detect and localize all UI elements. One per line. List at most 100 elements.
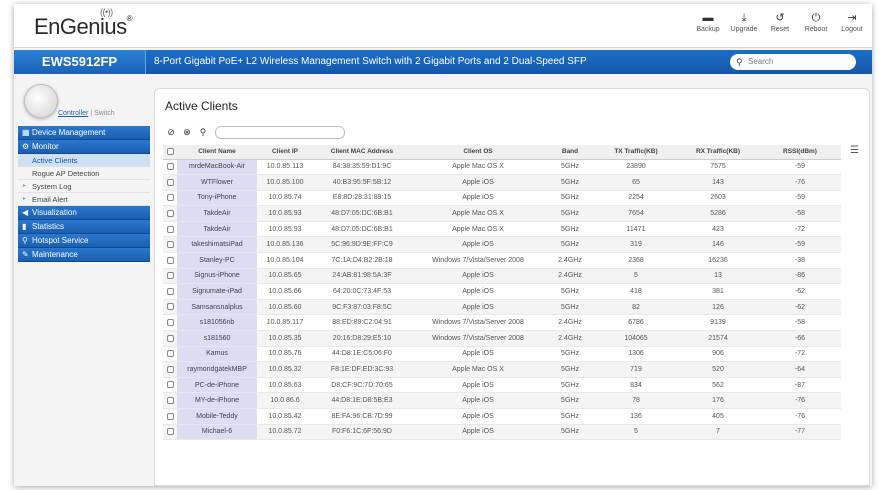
menu-item-email-alert[interactable]: ▸ Email Alert — [18, 193, 150, 206]
tool-upgrade[interactable]: ⤓ Upgrade — [730, 10, 758, 33]
checkbox[interactable] — [166, 148, 174, 156]
menu-section-device-management[interactable]: ▦ Device Management — [18, 126, 150, 140]
row-checkbox[interactable] — [166, 319, 174, 327]
row-checkbox-cell[interactable] — [163, 268, 177, 285]
tool-reset[interactable]: ↺ Reset — [766, 10, 794, 33]
table-row[interactable]: s181560 10.0.85.35 20:16:D8:29:E5:10 Window… — [163, 330, 841, 347]
column-header[interactable]: RSSI(dBm) — [759, 145, 841, 160]
wifi-icon: ((•)) — [100, 7, 113, 17]
device-icon: ▦ — [22, 128, 30, 137]
table-row[interactable]: Signus-iPhone 10.0.85.65 24:AB:81:98:5A:3F… — [163, 268, 841, 285]
cell-rssi-dbm: -72 — [759, 346, 841, 363]
table-row[interactable]: Samsansnalplus 10.0.85.60 9C:F3:87:03:F8:5… — [163, 299, 841, 316]
table-row[interactable]: MY-de-iPhone 10.0.86.6 44:D8:1E:D8:5B:E3 Ap… — [163, 392, 841, 409]
row-checkbox-cell[interactable] — [163, 159, 177, 176]
menu-section-statistics[interactable]: ▮ Statistics — [18, 220, 150, 234]
table-row[interactable]: Mobile-Teddy 10.0.85.42 8E:FA:96:CB:7D:99 A… — [163, 408, 841, 425]
row-checkbox-cell[interactable] — [163, 299, 177, 316]
row-checkbox-cell[interactable] — [163, 424, 177, 441]
table-row[interactable]: Signumate-iPad 10.0.85.66 64:20:0C:73:4F:5… — [163, 283, 841, 300]
row-checkbox-cell[interactable] — [163, 314, 177, 332]
menu-label: Device Management — [32, 128, 106, 137]
column-header[interactable]: Band — [545, 145, 595, 160]
select-all-checkbox[interactable] — [163, 145, 177, 160]
table-row[interactable]: PC-de-iPhone 10.0.85.63 D8:CF:9C:7D:70:65 A… — [163, 377, 841, 394]
column-header[interactable]: Client MAC Address — [313, 145, 411, 160]
tool-reboot[interactable]: ⏻ Reboot — [802, 10, 830, 33]
row-checkbox-cell[interactable] — [163, 283, 177, 300]
table-row[interactable]: WTFlower 10.0.85.100 40:B3:95:5F:5B:12 Appl… — [163, 174, 841, 191]
column-header[interactable]: Client IP — [257, 145, 313, 160]
row-checkbox[interactable] — [166, 256, 174, 264]
logout-icon: ⇥ — [847, 12, 857, 24]
row-checkbox[interactable] — [166, 178, 174, 186]
row-checkbox[interactable] — [166, 209, 174, 217]
row-checkbox[interactable] — [166, 350, 174, 358]
row-checkbox-cell[interactable] — [163, 221, 177, 238]
menu-item-rogue-ap-detection[interactable]: Rogue AP Detection — [18, 167, 150, 180]
filter-input[interactable] — [215, 125, 345, 139]
search-input[interactable]: ⚲ Search — [730, 54, 856, 70]
row-checkbox[interactable] — [166, 365, 174, 373]
block-icon[interactable]: ⊘ — [165, 126, 177, 138]
table-row[interactable]: Kamus 10.0.85.76 44:D8:1E:C5:06:F0 Apple iO… — [163, 346, 841, 363]
switch-link[interactable]: Switch — [94, 110, 115, 117]
row-checkbox[interactable] — [166, 194, 174, 202]
row-checkbox[interactable] — [166, 397, 174, 405]
table-row[interactable]: takeshimatsiPad 10.0.85.136 5C:96:9D:9E:FF… — [163, 236, 841, 254]
row-checkbox-cell[interactable] — [163, 205, 177, 222]
table-row[interactable]: raymondgatekMBP 10.0.85.32 F8:1E:DF:ED:3C:… — [163, 361, 841, 378]
column-header[interactable]: Client OS — [411, 145, 545, 160]
table-row[interactable]: Tony-iPhone 10.0.85.74 E8:8D:28:31:89:15 Ap… — [163, 190, 841, 207]
row-checkbox[interactable] — [166, 381, 174, 389]
menu-section-maintenance[interactable]: ✎ Maintenance — [18, 248, 150, 262]
column-header[interactable]: RX Traffic(KB) — [677, 145, 759, 160]
row-checkbox-cell[interactable] — [163, 346, 177, 363]
row-checkbox[interactable] — [166, 334, 174, 342]
row-checkbox-cell[interactable] — [163, 392, 177, 409]
cell-tx-traffic-kb: 65 — [595, 174, 677, 191]
table-row[interactable]: s181056nb 10.0.85.117 88:ED:89:C2:04:91 Win… — [163, 314, 841, 332]
row-checkbox[interactable] — [166, 303, 174, 311]
column-menu-icon[interactable]: ☰ — [850, 145, 859, 156]
cell-tx-traffic-kb: 82 — [595, 299, 677, 316]
cell-tx-traffic-kb: 719 — [595, 361, 677, 378]
cell-client-ip: 10.0.85.60 — [257, 299, 313, 316]
row-checkbox[interactable] — [166, 412, 174, 420]
cell-rssi-dbm: -59 — [759, 159, 841, 176]
menu-item-system-log[interactable]: ▸ System Log — [18, 180, 150, 193]
row-checkbox-cell[interactable] — [163, 361, 177, 378]
tool-logout[interactable]: ⇥ Logout — [838, 10, 866, 33]
cell-client-name: MY-de-iPhone — [177, 392, 257, 409]
row-checkbox[interactable] — [166, 163, 174, 171]
row-checkbox[interactable] — [166, 428, 174, 436]
row-checkbox[interactable] — [166, 241, 174, 249]
row-checkbox-cell[interactable] — [163, 190, 177, 207]
cell-client-mac-address: 88:ED:89:C2:04:91 — [313, 314, 411, 332]
menu-section-visualization[interactable]: ◀ Visualization — [18, 206, 150, 220]
row-checkbox-cell[interactable] — [163, 252, 177, 269]
cell-tx-traffic-kb: 834 — [595, 377, 677, 394]
table-row[interactable]: Michael-6 10.0.85.72 F0:F6:1C:6F:56:9D Appl… — [163, 424, 841, 441]
menu-item-active-clients[interactable]: Active Clients — [18, 154, 150, 167]
row-checkbox[interactable] — [166, 272, 174, 280]
cell-rssi-dbm: -59 — [759, 236, 841, 254]
row-checkbox-cell[interactable] — [163, 174, 177, 191]
row-checkbox-cell[interactable] — [163, 408, 177, 425]
row-checkbox-cell[interactable] — [163, 330, 177, 347]
row-checkbox[interactable] — [166, 287, 174, 295]
controller-link[interactable]: Controller — [58, 110, 88, 117]
column-header[interactable]: Client Name — [177, 145, 257, 160]
row-checkbox-cell[interactable] — [163, 236, 177, 254]
table-row[interactable]: mrdeMacBook-Air 10.0.85.113 84:38:35:59:D1… — [163, 159, 841, 176]
menu-section-hotspot-service[interactable]: ⚲ Hotspot Service — [18, 234, 150, 248]
column-header[interactable]: TX Traffic(KB) — [595, 145, 677, 160]
tool-backup[interactable]: ▬ Backup — [694, 10, 722, 33]
table-row[interactable]: TakdeAir 10.0.85.93 48:D7:05:DC:6B:B1 Apple… — [163, 205, 841, 222]
row-checkbox[interactable] — [166, 225, 174, 233]
table-row[interactable]: TakdeAir 10.0.85.93 48:D7:05:DC:6B:B1 Apple… — [163, 221, 841, 238]
disconnect-icon[interactable]: ⊗ — [181, 126, 193, 138]
menu-section-monitor[interactable]: ⚙ Monitor — [18, 140, 150, 154]
row-checkbox-cell[interactable] — [163, 377, 177, 394]
table-row[interactable]: Stanley-PC 10.0.85.104 7C:1A:D4:B2:2B:18 Wi… — [163, 252, 841, 269]
